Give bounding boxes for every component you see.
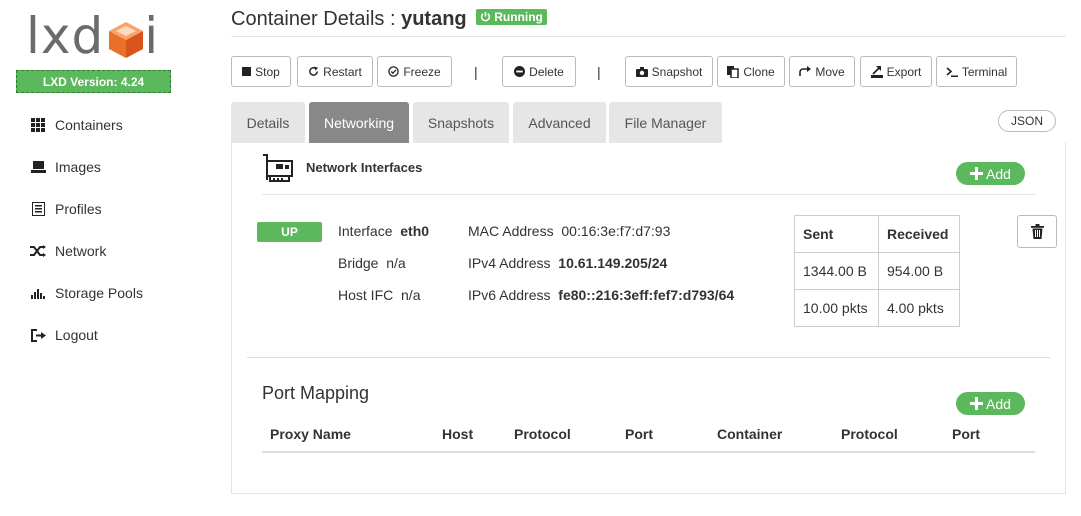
sidebar-item-containers[interactable]: Containers [30,104,143,146]
column-header: Proxy Name [270,426,351,442]
column-header: Host [442,426,474,442]
lxdui-logo[interactable]: lxd i [26,8,166,64]
port-mapping-title: Port Mapping [262,383,370,403]
tab-networking[interactable]: Networking [309,102,409,143]
table-row: 10.00 pkts 4.00 pkts [794,289,960,327]
add-interface-button[interactable]: Add [956,162,1025,185]
sidebar-item-label: Images [55,159,101,175]
column-header: Sent [794,215,879,253]
sidebar-item-label: Network [55,243,107,259]
table-cell: 10.00 pkts [794,289,879,327]
export-button[interactable]: Export [860,56,932,87]
stop-button[interactable]: Stop [231,56,291,87]
sidebar-item-label: Logout [55,327,98,343]
add-port-mapping-button[interactable]: Add [956,392,1025,415]
section-divider [247,357,1050,358]
snapshot-button[interactable]: Snapshot [625,56,713,87]
sidebar-item-label: Profiles [55,201,102,217]
refresh-icon [309,66,319,76]
logo-suffix: i [144,7,160,65]
container-name: yutang [401,8,467,30]
host-ifc-row: Host IFC n/a [338,287,421,303]
camera-icon [635,66,648,77]
bridge-row: Bridge n/a [338,255,406,271]
storage-bars-icon [30,285,46,301]
plus-icon [970,167,984,180]
sidebar-item-network[interactable]: Network [30,230,143,272]
ipv4-row: IPv4 Address 10.61.149.205/24 [468,255,668,271]
power-icon [481,11,491,22]
sidebar-item-storage-pools[interactable]: Storage Pools [30,272,143,314]
traffic-stats-table: Sent Received 1344.00 B 954.00 B 10.00 p… [794,215,960,327]
column-header: Protocol [841,426,898,442]
terminal-button[interactable]: Terminal [936,56,1017,87]
page-title: Container Details : yutang Running [231,8,547,31]
disk-icon [30,159,46,175]
cube-logo-icon [109,22,143,58]
restart-button[interactable]: Restart [297,56,373,87]
column-header: Port [625,426,653,442]
table-cell: 954.00 B [878,252,960,290]
json-button[interactable]: JSON [998,110,1056,132]
column-header: Received [878,215,960,253]
remove-circle-icon [514,66,526,77]
table-header-row: Sent Received [794,215,960,253]
sidebar-item-images[interactable]: Images [30,146,143,188]
column-header: Port [952,426,980,442]
tab-details[interactable]: Details [231,102,305,143]
shuffle-icon [30,243,46,259]
mac-value: 00:16:3e:f7:d7:93 [561,223,671,239]
title-prefix: Container Details : [231,8,402,30]
column-header: Protocol [514,426,571,442]
plus-icon [970,397,984,410]
sidebar: lxd i LXD Version: 4.24 Containers Images [0,0,190,516]
tab-advanced[interactable]: Advanced [513,102,606,143]
grid-icon [30,117,46,133]
stop-icon [242,67,252,76]
lxd-version-badge: LXD Version: 4.24 [16,70,171,93]
table-divider [262,451,1035,453]
sidebar-item-profiles[interactable]: Profiles [30,188,143,230]
tab-snapshots[interactable]: Snapshots [413,102,509,143]
interface-state-badge: UP [257,222,322,242]
clone-button[interactable]: Clone [717,56,785,87]
export-icon [870,65,883,78]
column-header: Container [717,426,783,442]
interface-value: eth0 [400,223,430,239]
tab-file-manager[interactable]: File Manager [609,102,722,143]
table-row: 1344.00 B 954.00 B [794,252,960,290]
logout-icon [30,327,46,343]
host-ifc-value: n/a [401,287,421,303]
sidebar-nav: Containers Images Profiles Network Stora… [30,104,143,356]
sidebar-item-label: Storage Pools [55,285,143,301]
delete-interface-button[interactable] [1017,215,1057,248]
check-circle-icon [388,66,400,77]
network-interfaces-title: Network Interfaces [306,160,423,175]
share-icon [799,66,812,76]
sidebar-item-label: Containers [55,117,123,133]
copy-icon [727,65,740,78]
ipv4-value: 10.61.149.205/24 [558,255,668,271]
ipv6-value: fe80::216:3eff:fef7:d793/64 [558,287,735,303]
mac-row: MAC Address 00:16:3e:f7:d7:93 [468,223,671,239]
sidebar-item-logout[interactable]: Logout [30,314,143,356]
bridge-value: n/a [386,255,406,271]
list-icon [30,201,46,217]
status-badge: Running [476,8,547,25]
freeze-button[interactable]: Freeze [377,56,452,87]
trash-icon [1030,224,1044,239]
delete-button[interactable]: Delete [502,56,576,87]
logo-text: lxd [26,7,105,65]
table-cell: 1344.00 B [794,252,879,290]
section-divider [262,194,1036,195]
network-card-icon [263,154,293,182]
title-divider [231,36,1066,37]
ipv6-row: IPv6 Address fe80::216:3eff:fef7:d793/64 [468,287,735,303]
toolbar-separator: | [597,64,601,80]
toolbar-separator: | [474,64,478,80]
table-cell: 4.00 pkts [878,289,960,327]
move-button[interactable]: Move [789,56,855,87]
interface-row: Interface eth0 [338,223,430,239]
terminal-icon [946,66,958,77]
